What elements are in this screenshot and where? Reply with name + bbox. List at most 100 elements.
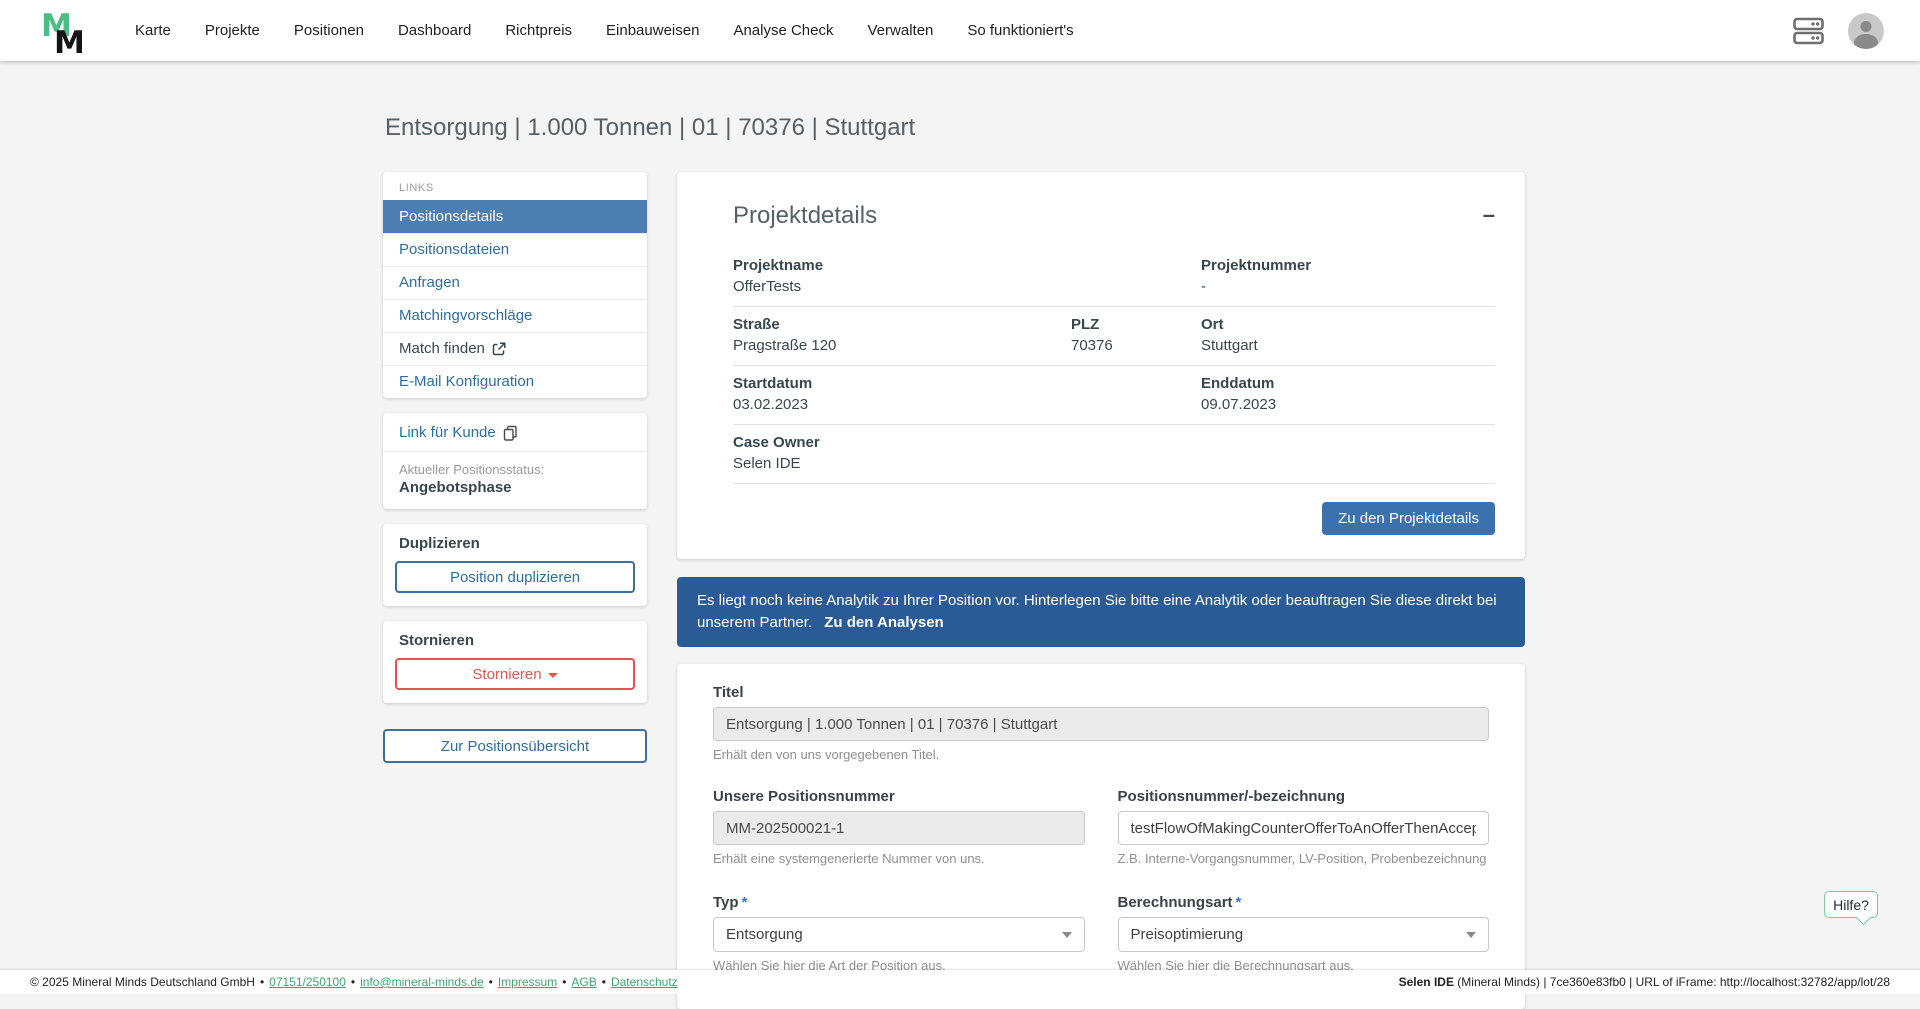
sidebar-item-matchingvorschlaege[interactable]: Matchingvorschläge (383, 299, 647, 332)
nav-item-projekte[interactable]: Projekte (205, 22, 260, 39)
analytics-info-banner: Es liegt noch keine Analytik zu Ihrer Po… (677, 577, 1525, 647)
project-details-rows: Projektname OfferTests Projektnummer - S… (707, 248, 1495, 535)
duplicate-position-button[interactable]: Position duplizieren (395, 561, 635, 593)
select-caret-icon (1061, 931, 1072, 938)
help-button[interactable]: Hilfe? (1824, 891, 1878, 918)
svg-text:M: M (54, 25, 85, 57)
type-select[interactable]: Entsorgung (713, 917, 1085, 952)
sidebar: LINKS Positionsdetails Positionsdateien … (383, 172, 647, 763)
user-avatar-icon[interactable] (1848, 12, 1884, 49)
footer-link-impressum[interactable]: Impressum (498, 975, 557, 989)
plz-field: PLZ 70376 (1071, 316, 1201, 354)
nav-item-analyse-check[interactable]: Analyse Check (733, 22, 833, 39)
nav-right-actions (1793, 0, 1884, 61)
nav-item-so-funktionierts[interactable]: So funktioniert's (967, 22, 1073, 39)
required-asterisk: * (1235, 894, 1242, 911)
project-name-value: OfferTests (733, 278, 802, 295)
nav-item-einbauweisen[interactable]: Einbauweisen (606, 22, 699, 39)
our-position-number-input (713, 811, 1085, 845)
city-field: Ort Stuttgart (1201, 316, 1495, 354)
nav-item-positionen[interactable]: Positionen (294, 22, 364, 39)
calculation-type-group: Berechnungsart * Preisoptimierung Wählen … (1117, 894, 1489, 973)
project-number-value: - (1201, 278, 1206, 295)
nav-item-verwalten[interactable]: Verwalten (868, 22, 934, 39)
case-owner-value: Selen IDE (733, 455, 801, 472)
title-field-label: Titel (713, 684, 744, 701)
position-form-card: Titel Erhält den von uns vorgegebenen Ti… (677, 664, 1525, 1009)
app-root: M M Karte Projekte Positionen Dashboard … (0, 0, 1920, 1009)
collapse-icon[interactable]: – (1483, 204, 1495, 226)
case-owner-label: Case Owner (733, 434, 820, 451)
nav-item-richtpreis[interactable]: Richtpreis (505, 22, 572, 39)
footer-link-phone[interactable]: 07151/250100 (269, 975, 346, 989)
title-help-text: Erhält den von uns vorgegebenen Titel. (713, 747, 940, 762)
separator-dot: • (259, 975, 265, 989)
project-details-title: Projektdetails (733, 202, 878, 229)
main-content: Projektdetails – Projektname OfferTests … (677, 172, 1525, 1009)
footer-link-agb[interactable]: AGB (571, 975, 596, 989)
sidebar-item-anfragen[interactable]: Anfragen (383, 266, 647, 299)
position-status-value: Angebotsphase (399, 479, 512, 496)
project-row-address: Straße Pragstraße 120 PLZ 70376 Ort Stut… (733, 307, 1495, 366)
nav-menu: Karte Projekte Positionen Dashboard Rich… (135, 22, 1074, 39)
end-date-field: Enddatum 09.07.2023 (1201, 375, 1495, 413)
duplicate-card: Duplizieren Position duplizieren (383, 524, 647, 606)
cancel-position-button[interactable]: Stornieren (395, 658, 635, 690)
mineral-minds-logo-icon[interactable]: M M (40, 5, 88, 57)
go-to-analyses-link[interactable]: Zu den Analysen (824, 614, 943, 631)
start-date-field: Startdatum 03.02.2023 (733, 375, 1201, 413)
copy-icon (503, 425, 518, 441)
our-position-number-help: Erhält eine systemgenerierte Nummer von … (713, 851, 985, 866)
cancel-button-label: Stornieren (472, 665, 542, 683)
project-name-field: Projektname OfferTests (733, 257, 1201, 295)
nav-item-karte[interactable]: Karte (135, 22, 171, 39)
type-label: Typ * (713, 894, 1085, 911)
street-value: Pragstraße 120 (733, 337, 837, 354)
server-icon[interactable] (1793, 17, 1824, 45)
calculation-type-select[interactable]: Preisoptimierung (1117, 917, 1489, 952)
cancel-heading: Stornieren (399, 632, 475, 649)
footer-link-email[interactable]: info@mineral-minds.de (360, 975, 484, 989)
required-asterisk: * (741, 894, 748, 911)
position-overview-button[interactable]: Zur Positionsübersicht (383, 729, 647, 763)
sidebar-item-email-konfiguration[interactable]: E-Mail Konfiguration (383, 365, 647, 398)
sidebar-item-match-finden[interactable]: Match finden (383, 332, 647, 365)
city-value: Stuttgart (1201, 337, 1258, 354)
external-link-icon (492, 342, 506, 356)
links-header: LINKS (399, 182, 434, 194)
project-row-dates: Startdatum 03.02.2023 Enddatum 09.07.202… (733, 366, 1495, 425)
nav-item-dashboard[interactable]: Dashboard (398, 22, 471, 39)
footer-link-datenschutz[interactable]: Datenschutz (611, 975, 678, 989)
separator-dot: • (488, 975, 493, 989)
sidebar-item-positionsdetails[interactable]: Positionsdetails (383, 200, 647, 233)
title-field-group: Titel Erhält den von uns vorgegebenen Ti… (713, 684, 1489, 762)
separator-dot: • (601, 975, 606, 989)
type-select-value: Entsorgung (726, 926, 803, 943)
position-designation-group: Positionsnummer/-bezeichnung Z.B. Intern… (1117, 788, 1489, 866)
customer-link[interactable]: Link für Kunde (383, 413, 647, 452)
position-designation-help: Z.B. Interne-Vorgangsnummer, LV-Position… (1117, 851, 1487, 866)
street-field: Straße Pragstraße 120 (733, 316, 1071, 354)
sidebar-links-card: LINKS Positionsdetails Positionsdateien … (383, 172, 647, 398)
footer: © 2025 Mineral Minds Deutschland GmbH • … (0, 970, 1920, 994)
end-date-value: 09.07.2023 (1201, 396, 1277, 413)
separator-dot: • (562, 975, 567, 989)
position-designation-input[interactable] (1117, 811, 1489, 845)
number-fields-row: Unsere Positionsnummer Erhält eine syste… (713, 788, 1489, 866)
footer-session-text: (Mineral Minds) | 7ce360e83fb0 | URL of … (1453, 975, 1890, 989)
position-designation-label: Positionsnummer/-bezeichnung (1117, 788, 1346, 805)
top-nav: M M Karte Projekte Positionen Dashboard … (0, 0, 1920, 61)
city-label: Ort (1201, 316, 1224, 333)
project-button-row: Zu den Projektdetails (733, 484, 1495, 535)
plz-label: PLZ (1071, 316, 1100, 333)
our-position-number-label: Unsere Positionsnummer (713, 788, 895, 805)
case-owner-field: Case Owner Selen IDE (733, 434, 1201, 472)
calculation-type-label-text: Berechnungsart (1117, 894, 1233, 911)
customer-link-label: Link für Kunde (399, 424, 496, 441)
go-to-project-details-button[interactable]: Zu den Projektdetails (1322, 502, 1495, 535)
project-number-field: Projektnummer - (1201, 257, 1495, 295)
project-name-label: Projektname (733, 257, 824, 274)
sidebar-item-positionsdateien[interactable]: Positionsdateien (383, 233, 647, 266)
banner-text: Es liegt noch keine Analytik zu Ihrer Po… (697, 592, 1497, 631)
calculation-type-select-value: Preisoptimierung (1130, 926, 1244, 943)
